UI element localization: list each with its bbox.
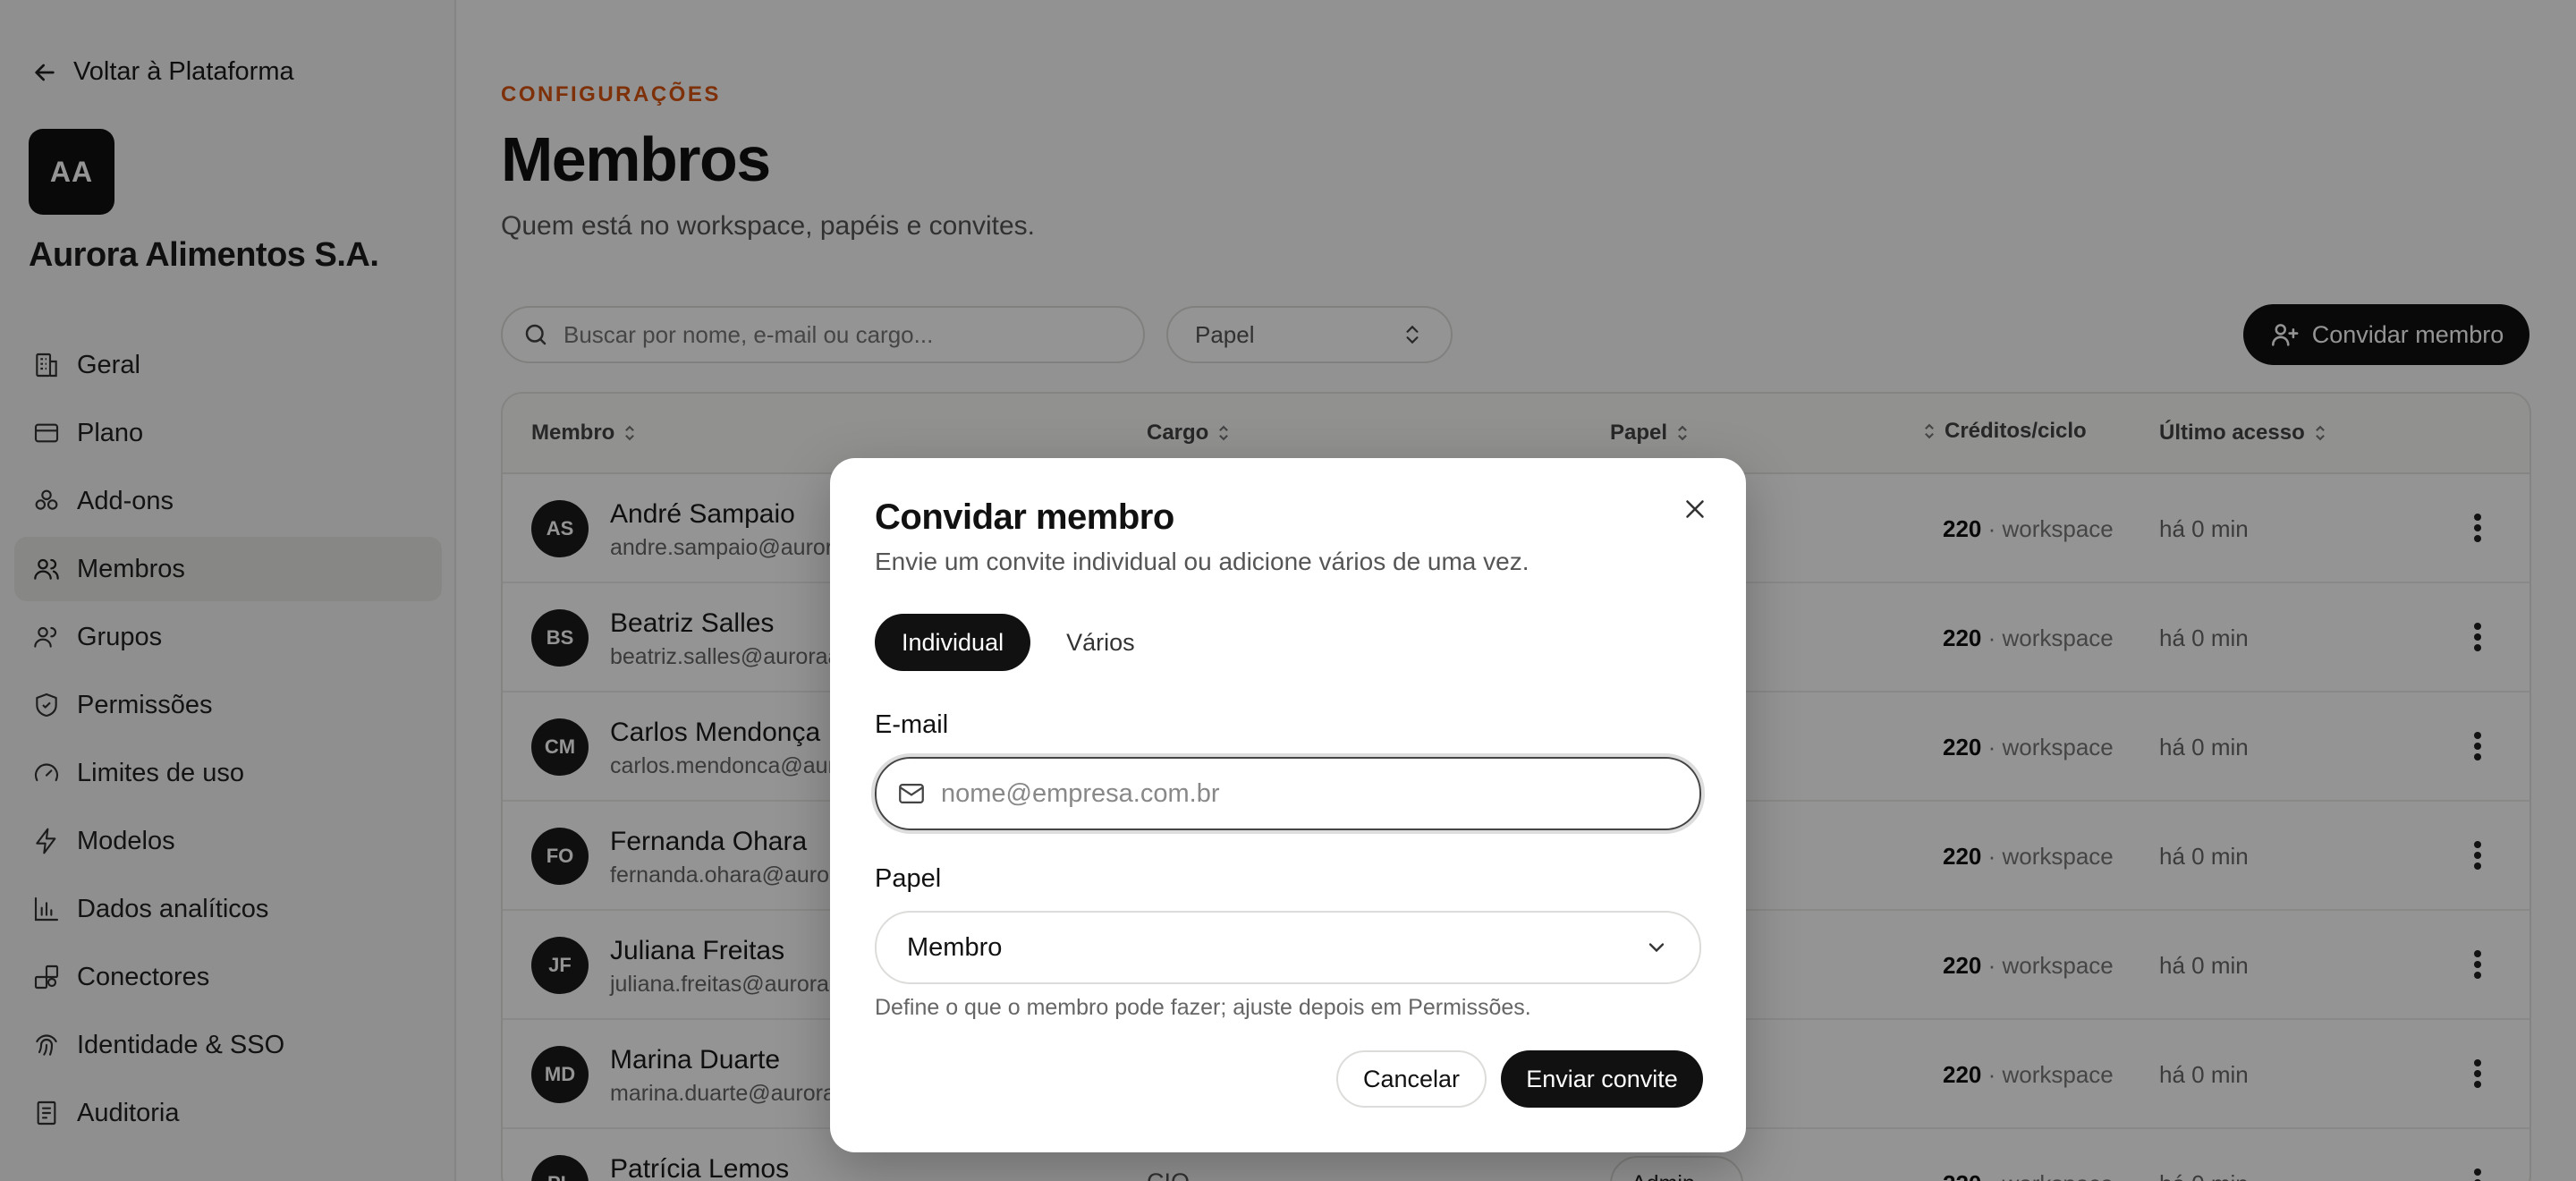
dialog-title: Convidar membro — [875, 497, 1174, 537]
email-field-label: E-mail — [875, 710, 949, 739]
tab-individual[interactable]: Individual — [875, 614, 1031, 671]
role-select[interactable]: Membro — [875, 911, 1701, 984]
mail-icon — [899, 783, 924, 804]
email-field[interactable]: nome@empresa.com.br — [875, 757, 1701, 830]
role-selected-value: Membro — [907, 932, 1003, 962]
close-icon[interactable] — [1680, 494, 1710, 524]
tab-varios[interactable]: Vários — [1039, 614, 1162, 671]
dialog-description: Envie um convite individual ou adicione … — [875, 548, 1530, 575]
invite-mode-tabs: Individual Vários — [875, 614, 1162, 671]
email-placeholder: nome@empresa.com.br — [941, 778, 1220, 808]
role-hint: Define o que o membro pode fazer; ajuste… — [875, 995, 1531, 1020]
cancel-button[interactable]: Cancelar — [1336, 1050, 1487, 1108]
send-invite-button[interactable]: Enviar convite — [1501, 1050, 1703, 1108]
invite-member-dialog: Convidar membro Envie um convite individ… — [830, 458, 1746, 1152]
chevron-down-icon — [1648, 943, 1665, 953]
role-field-label: Papel — [875, 864, 942, 893]
